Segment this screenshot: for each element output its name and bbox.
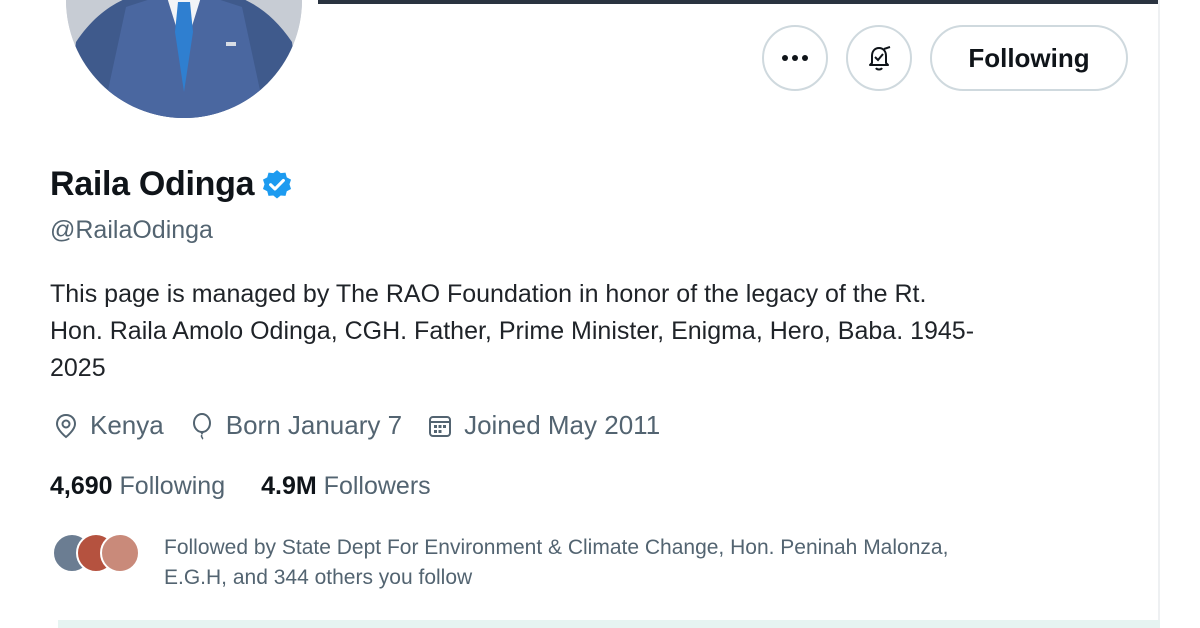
profile-name-row: Raila Odinga (50, 165, 294, 204)
location-pin-icon (55, 413, 77, 438)
birthday-item: Born January 7 (188, 410, 402, 441)
verified-badge-icon (263, 169, 292, 198)
bio-line: Hon. Raila Amolo Odinga, CGH. Father, Pr… (50, 317, 975, 345)
notifications-button[interactable] (846, 25, 912, 91)
avatar (100, 533, 140, 573)
followed-by-line: E.G.H, and 344 others you follow (164, 566, 473, 589)
joined-text: Joined May 2011 (464, 410, 661, 440)
followed-by-line: Followed by State Dept For Environment &… (164, 536, 949, 559)
follow-stats: 4,690 Following 4.9M Followers (50, 472, 467, 501)
followers-stat-link[interactable]: 4.9M Followers (261, 472, 431, 501)
balloon-icon (192, 412, 211, 440)
more-options-button[interactable] (762, 25, 828, 91)
avatar-image (66, 0, 302, 118)
profile-meta: Kenya Born January 7 Joined May 2011 (52, 410, 684, 441)
joined-item: Joined May 2011 (426, 410, 660, 441)
location-text: Kenya (90, 410, 164, 440)
tab-bar-edge (58, 620, 1160, 628)
column-border (1158, 0, 1160, 628)
birthday-text: Born January 7 (225, 410, 403, 440)
profile-handle: @RailaOdinga (50, 216, 213, 244)
followers-label: Followers (323, 472, 431, 500)
profile-avatar[interactable] (66, 0, 302, 118)
location-item: Kenya (52, 410, 164, 441)
followed-by-avatars[interactable] (52, 533, 142, 575)
following-stat-link[interactable]: 4,690 Following (50, 472, 225, 501)
header-divider (318, 0, 1160, 4)
profile-name: Raila Odinga (50, 165, 255, 203)
following-label: Following (119, 472, 226, 500)
followed-by-text[interactable]: Followed by State Dept For Environment &… (164, 533, 1124, 593)
followers-count: 4.9M (261, 472, 317, 500)
more-dots-icon (782, 55, 808, 61)
calendar-icon (429, 415, 452, 437)
bio-line: 2025 (50, 354, 106, 382)
bio-line: This page is managed by The RAO Foundati… (50, 280, 927, 308)
bell-notification-icon (869, 46, 891, 71)
following-button[interactable]: Following (930, 25, 1128, 91)
following-count: 4,690 (50, 472, 113, 500)
profile-bio: This page is managed by The RAO Foundati… (50, 276, 1130, 387)
